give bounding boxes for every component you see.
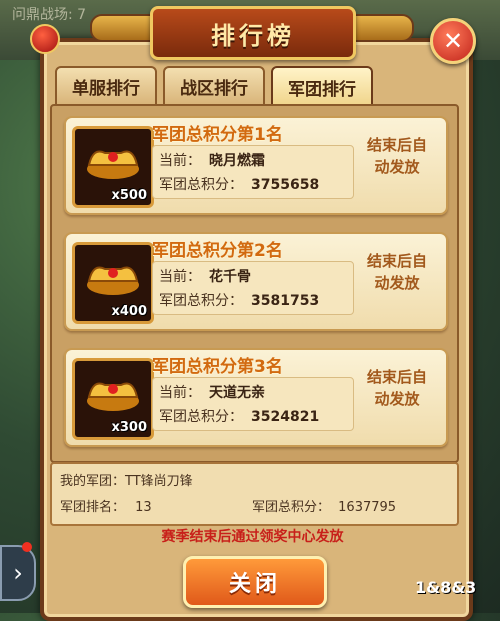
tab-bar: 单服排行 战区排行 军团排行: [55, 66, 373, 108]
reward-item-slot[interactable]: x500: [72, 126, 154, 208]
background-status-text: 问鼎战场: 7: [12, 7, 87, 23]
tab-zone-rank[interactable]: 战区排行: [163, 66, 265, 106]
page-title: 排行榜: [211, 21, 295, 50]
guild-score-value: 3581753: [251, 293, 320, 309]
my-guild-info: 我的军团：TT锋尚刀锋 军团排名： 13 军团总积分： 1637795: [50, 462, 459, 526]
reward-list[interactable]: x500 军团总积分第1名 当前： 晓月燃霜 军团总积分： 3755658 结束后自…: [50, 104, 459, 463]
current-holder-box: 当前： 花千骨 军团总积分： 3581753: [152, 261, 354, 315]
guild-score-value: 3755658: [251, 177, 320, 193]
reward-count: x500: [111, 188, 147, 203]
golden-ingot-icon: [87, 266, 139, 295]
current-label: 当前：: [159, 385, 201, 401]
close-icon[interactable]: ✕: [430, 18, 476, 64]
tab-server-rank[interactable]: 单服排行: [55, 66, 157, 106]
current-guild-name: 晓月燃霜: [209, 153, 265, 169]
auto-issue-text: 结束后自动发放: [366, 368, 427, 408]
rank-title: 军团总积分第1名: [152, 125, 283, 145]
my-guild-name-line: 我的军团：TT锋尚刀锋: [60, 470, 193, 489]
my-guild-score-label: 军团总积分：: [252, 500, 331, 515]
side-expand-button[interactable]: ›: [0, 545, 36, 601]
current-guild-name: 天道无亲: [209, 385, 265, 401]
reward-count: x300: [111, 420, 147, 435]
my-guild-score-value: 1637795: [338, 500, 397, 515]
close-button[interactable]: 关闭: [183, 556, 327, 608]
current-guild-name: 花千骨: [209, 269, 251, 285]
my-guild-rank-value: 13: [135, 500, 152, 515]
score-label: 军团总积分：: [159, 293, 243, 309]
current-label: 当前：: [159, 153, 201, 169]
rank-title: 军团总积分第2名: [152, 241, 283, 261]
current-label: 当前：: [159, 269, 201, 285]
reward-item-slot[interactable]: x400: [72, 242, 154, 324]
auto-issue-text: 结束后自动发放: [366, 136, 427, 176]
score-label: 军团总积分：: [159, 177, 243, 193]
current-holder-line: 当前： 晓月燃霜: [159, 150, 265, 170]
golden-ingot-icon: [87, 382, 139, 411]
season-notice: 赛季结束后通过领奖中心发放: [161, 529, 344, 545]
chevron-right-icon: ›: [13, 559, 23, 587]
guild-score-value: 3524821: [251, 409, 320, 425]
current-holder-line: 当前： 天道无亲: [159, 382, 265, 402]
my-guild-name: TT锋尚刀锋: [125, 474, 193, 489]
reward-count: x400: [111, 304, 147, 319]
score-label: 军团总积分：: [159, 409, 243, 425]
current-holder-line: 当前： 花千骨: [159, 266, 251, 286]
reward-card-rank-3: x300 军团总积分第3名 当前： 天道无亲 军团总积分： 3524821 结束后自…: [64, 348, 448, 447]
my-guild-rank-label: 军团排名：: [60, 500, 126, 515]
guild-score-line: 军团总积分： 3524821: [159, 406, 319, 426]
guild-score-line: 军团总积分： 3755658: [159, 174, 319, 194]
tab-guild-rank[interactable]: 军团排行: [271, 66, 373, 108]
decorative-orb-icon: [30, 24, 60, 54]
my-guild-rank-line: 军团排名： 13: [60, 496, 152, 515]
title-banner: 排行榜: [150, 6, 356, 60]
reward-item-slot[interactable]: x300: [72, 358, 154, 440]
current-holder-box: 当前： 晓月燃霜 军团总积分： 3755658: [152, 145, 354, 199]
auto-issue-text: 结束后自动发放: [366, 252, 427, 292]
site-watermark: 1&8&3: [415, 578, 477, 597]
notification-dot: [22, 542, 32, 552]
reward-card-rank-1: x500 军团总积分第1名 当前： 晓月燃霜 军团总积分： 3755658 结束后自…: [64, 116, 448, 215]
guild-score-line: 军团总积分： 3581753: [159, 290, 319, 310]
current-holder-box: 当前： 天道无亲 军团总积分： 3524821: [152, 377, 354, 431]
my-guild-label: 我的军团：: [60, 474, 126, 489]
my-guild-score-line: 军团总积分： 1637795: [252, 496, 396, 515]
reward-card-rank-2: x400 军团总积分第2名 当前： 花千骨 军团总积分： 3581753 结束后自动…: [64, 232, 448, 331]
rank-title: 军团总积分第3名: [152, 357, 283, 377]
golden-ingot-icon: [87, 150, 139, 179]
